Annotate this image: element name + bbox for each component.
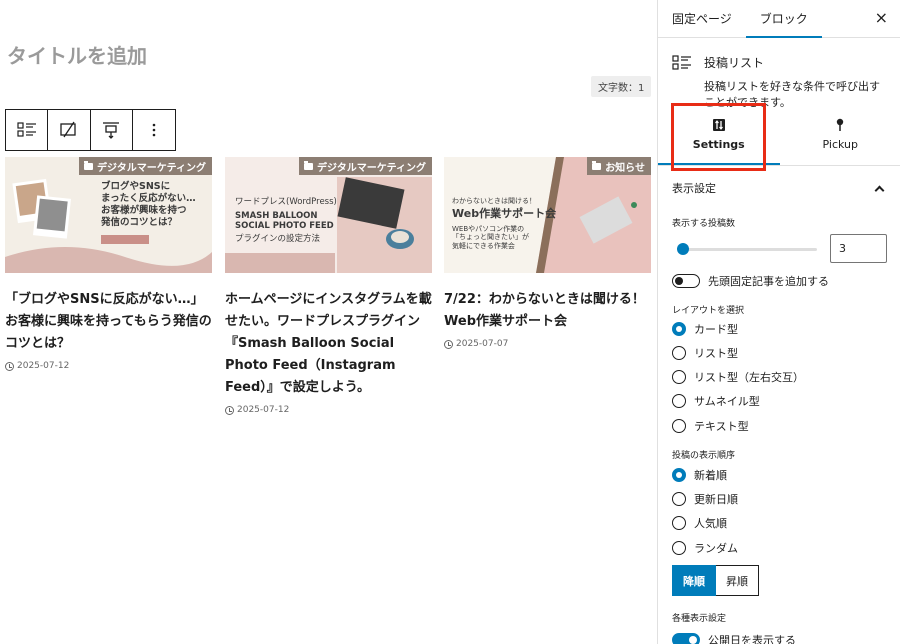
post-card[interactable]: デジタルマーケティング ワードプレス(WordPress) SMASH BALL… (225, 157, 432, 415)
clock-icon (444, 339, 453, 349)
toggle-knob (675, 277, 683, 285)
post-title[interactable]: 「ブログやSNSに反応がない…」お客様に興味を持ってもらう発信のコツとは？ (5, 289, 212, 355)
order-option[interactable]: 新着順 (672, 467, 727, 483)
post-card[interactable]: お知らせ わからないときは聞ける！ Web作業サポート会 WEBやパソコン作業の… (444, 157, 651, 349)
radio-button[interactable] (672, 541, 686, 555)
transform-button[interactable] (48, 110, 91, 150)
tab-settings[interactable]: Settings (658, 104, 780, 165)
post-card[interactable]: デジタルマーケティング ブログやSNSに まったく反応がない… お客様が興味を持… (5, 157, 212, 371)
tab-pickup-label: Pickup (822, 138, 858, 151)
settings-sidebar: 固定ページ ブロック × 投稿リスト 投稿リストを好きな条件で呼び出すことができ… (657, 0, 900, 644)
layout-option-label: テキスト型 (694, 420, 749, 433)
sort-direction-group: 降順 昇順 (672, 565, 759, 596)
toggle-knob (689, 636, 697, 644)
pin-icon (837, 118, 844, 131)
layout-option-label: サムネイル型 (694, 395, 760, 408)
tab-pickup[interactable]: Pickup (780, 104, 900, 165)
folder-icon (304, 160, 313, 170)
post-list-block-icon (17, 122, 36, 137)
display-options-label: 各種表示設定 (672, 614, 727, 624)
post-title[interactable]: 7/22：わからないときは聞ける！Web作業サポート会 (444, 289, 651, 333)
radio-button[interactable] (672, 322, 686, 336)
more-options-icon (152, 123, 156, 137)
sliders-icon (712, 119, 725, 131)
post-count-input[interactable] (830, 234, 887, 263)
title-placeholder[interactable]: タイトルを追加 (7, 40, 147, 69)
post-thumbnail: デジタルマーケティング ブログやSNSに まったく反応がない… お客様が興味を持… (5, 157, 212, 273)
radio-button[interactable] (672, 370, 686, 384)
post-date: 2025-07-12 (225, 405, 432, 415)
thumbnail-text: わからないときは聞ける！ Web作業サポート会 WEBやパソコン作業の 「ちょっ… (452, 197, 557, 250)
chevron-up-icon (874, 185, 885, 195)
more-options-button[interactable] (133, 110, 175, 150)
layout-option[interactable]: テキスト型 (672, 418, 749, 434)
post-thumbnail: デジタルマーケティング ワードプレス(WordPress) SMASH BALL… (225, 157, 432, 273)
transform-icon (60, 121, 76, 138)
order-label: 投稿の表示順序 (672, 451, 736, 461)
layout-option-label: リスト型 (694, 347, 738, 360)
radio-button[interactable] (672, 468, 686, 482)
folder-icon (84, 160, 93, 170)
tab-settings-label: Settings (692, 138, 745, 151)
ascending-button[interactable]: 昇順 (716, 565, 759, 596)
post-list-block-button[interactable] (6, 110, 49, 150)
post-date: 2025-07-12 (5, 361, 212, 371)
radio-button[interactable] (672, 516, 686, 530)
category-badge: お知らせ (587, 157, 651, 175)
layout-option[interactable]: リスト型 (672, 345, 738, 361)
panel-title: 表示設定 (672, 182, 716, 195)
sticky-posts-row: 先頭固定記事を追加する (672, 273, 829, 289)
thumbnail-text: ワードプレス(WordPress) SMASH BALLOON SOCIAL P… (235, 197, 337, 244)
layout-option-label: リスト型（左右交互） (694, 371, 804, 384)
post-title[interactable]: ホームページにインスタグラムを載せたい。ワードプレスプラグイン『Smash Ba… (225, 289, 432, 399)
layout-option-label: カード型 (694, 323, 738, 336)
order-option[interactable]: 人気順 (672, 515, 727, 531)
radio-button[interactable] (672, 419, 686, 433)
post-count-slider-track[interactable] (680, 248, 817, 251)
block-toolbar (5, 109, 176, 151)
close-icon[interactable]: × (875, 10, 888, 26)
align-icon (103, 122, 120, 139)
radio-button[interactable] (672, 394, 686, 408)
inspector-tabs: Settings Pickup (658, 104, 900, 166)
pubdate-label: 公開日を表示する (708, 634, 796, 644)
category-badge: デジタルマーケティング (79, 157, 212, 175)
clock-icon (225, 405, 234, 415)
order-option[interactable]: 更新日順 (672, 491, 738, 507)
radio-button[interactable] (672, 492, 686, 506)
editor-canvas: タイトルを追加 文字数：1 デジタルマーケティング ブログやSNSに まったく反… (0, 0, 657, 644)
layout-label: レイアウトを選択 (672, 306, 745, 316)
layout-option[interactable]: カード型 (672, 321, 738, 337)
tab-page[interactable]: 固定ページ (658, 0, 746, 38)
category-badge: デジタルマーケティング (299, 157, 432, 175)
align-button[interactable] (91, 110, 133, 150)
order-option-label: ランダム (694, 542, 738, 555)
block-name: 投稿リスト (704, 56, 765, 70)
sidebar-tabs: 固定ページ ブロック × (658, 0, 900, 38)
word-count-badge: 文字数：1 (591, 76, 652, 97)
post-count-slider-handle[interactable] (677, 243, 689, 255)
layout-option[interactable]: サムネイル型 (672, 393, 760, 409)
display-settings-panel-header[interactable]: 表示設定 (658, 170, 900, 206)
order-option-label: 人気順 (694, 517, 727, 530)
post-thumbnail: お知らせ わからないときは聞ける！ Web作業サポート会 WEBやパソコン作業の… (444, 157, 651, 273)
folder-icon (592, 160, 602, 170)
thumbnail-text: ブログやSNSに まったく反応がない… お客様が興味を持つ 発信のコツとは？ (101, 181, 196, 228)
pubdate-row: 公開日を表示する (672, 632, 796, 644)
post-count-label: 表示する投稿数 (672, 219, 736, 229)
sticky-posts-toggle[interactable] (672, 274, 700, 288)
order-option-label: 更新日順 (694, 493, 738, 506)
sticky-posts-label: 先頭固定記事を追加する (708, 275, 829, 288)
block-card: 投稿リスト 投稿リストを好きな条件で呼び出すことができます。 (658, 38, 900, 111)
order-option-label: 新着順 (694, 469, 727, 482)
clock-icon (5, 361, 14, 371)
descending-button[interactable]: 降順 (672, 565, 716, 596)
pubdate-toggle[interactable] (672, 633, 700, 644)
post-date: 2025-07-07 (444, 339, 651, 349)
order-option[interactable]: ランダム (672, 540, 738, 556)
tab-block[interactable]: ブロック (746, 0, 822, 38)
layout-option[interactable]: リスト型（左右交互） (672, 369, 804, 385)
radio-button[interactable] (672, 346, 686, 360)
post-list-block-icon (672, 55, 691, 70)
